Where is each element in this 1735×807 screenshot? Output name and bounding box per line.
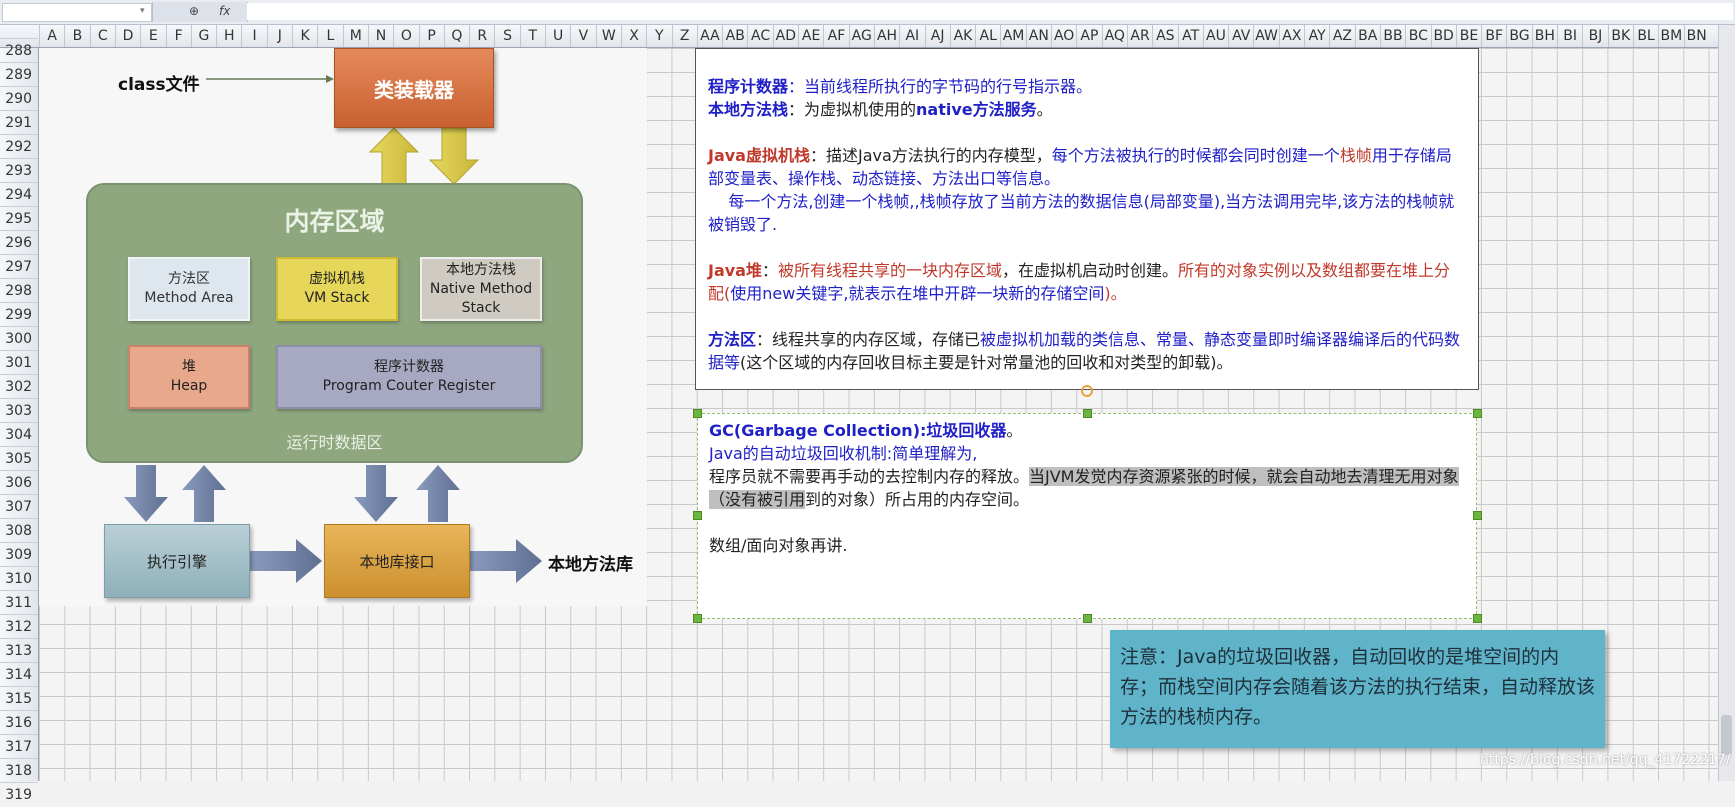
method-area-box[interactable]: 方法区 Method Area (128, 257, 250, 321)
row-header-cell[interactable]: 319 (0, 782, 38, 806)
scrollbar-thumb[interactable] (1721, 715, 1732, 755)
class-loader-label: 类装载器 (374, 77, 454, 102)
method-area-paragraph: 方法区：线程共享的内存区域，存储已被虚拟机加载的类信息、常量、静态变量即时编译器… (708, 330, 1461, 372)
resize-handle[interactable] (693, 409, 702, 418)
up-arrow-icon (368, 127, 420, 186)
native-method-stack-box[interactable]: 本地方法栈 Native Method Stack (420, 257, 542, 321)
execution-engine-label: 执行引擎 (146, 552, 207, 571)
right-arrow-icon (250, 539, 322, 583)
heap-cn: 堆 (182, 359, 196, 375)
memory-area-title: 内存区域 (284, 207, 385, 236)
watermark: https://blog.csdn.net/qq_41722217/ (1480, 752, 1731, 768)
memory-area-box[interactable]: 内存区域 方法区 Method Area 虚拟机栈 VM Stack 本地方法栈… (86, 183, 583, 463)
resize-handle[interactable] (1473, 511, 1482, 520)
native-interface-box[interactable]: 本地库接口 (324, 524, 470, 598)
pc-cn: 程序计数器 (374, 359, 444, 375)
up-arrow-icon (416, 465, 460, 522)
vm-stack-paragraph: Java虚拟机栈：描述Java方法执行的内存模型，每个方法被执行的时候都会同时创… (708, 146, 1455, 234)
rotate-handle-icon[interactable] (1081, 385, 1093, 397)
vm-stack-cn: 虚拟机栈 (309, 271, 365, 287)
resize-handle[interactable] (693, 511, 702, 520)
gc-textbox[interactable]: GC(Garbage Collection):垃圾回收器。 Java的自动垃圾回… (697, 413, 1477, 619)
method-area-en: Method Area (144, 290, 234, 306)
pc-en: Program Couter Register (322, 378, 496, 394)
up-arrow-icon (182, 465, 226, 522)
jvm-notes-textbox[interactable]: 程序计数器：当前线程所执行的字节码的行号指示器。 本地方法栈：为虚拟机使用的na… (695, 48, 1479, 390)
resize-handle[interactable] (1473, 614, 1482, 623)
execution-engine-box[interactable]: 执行引擎 (104, 524, 250, 598)
down-arrow-icon (354, 465, 398, 522)
down-arrow-icon (428, 127, 480, 185)
native-interface-label: 本地库接口 (359, 552, 435, 571)
gc-note-text: 注意：Java的垃圾回收器，自动回收的是堆空间的内存；而栈空间内存会随着该方法的… (1120, 646, 1596, 728)
vm-stack-en: VM Stack (304, 290, 370, 306)
resize-handle[interactable] (1083, 614, 1092, 623)
runtime-area-label: 运行时数据区 (286, 433, 383, 452)
vm-stack-box[interactable]: 虚拟机栈 VM Stack (276, 257, 398, 321)
pc-paragraph: 程序计数器：当前线程所执行的字节码的行号指示器。 本地方法栈：为虚拟机使用的na… (708, 77, 1093, 119)
method-area-cn: 方法区 (168, 271, 210, 287)
resize-handle[interactable] (693, 614, 702, 623)
heap-en: Heap (170, 378, 208, 394)
heap-paragraph: Java堆：被所有线程共享的一块内存区域，在虚拟机启动时创建。所有的对象实例以及… (708, 261, 1451, 303)
native-stack-cn: 本地方法栈 (446, 261, 516, 278)
vertical-scrollbar[interactable] (1718, 25, 1735, 781)
native-library-label: 本地方法库 (548, 555, 633, 575)
native-stack-en1: Native Method (429, 280, 533, 297)
down-arrow-icon (124, 465, 168, 522)
heap-box[interactable]: 堆 Heap (128, 345, 250, 409)
right-arrow-icon (470, 539, 542, 583)
resize-handle[interactable] (1083, 409, 1092, 418)
class-loader-box[interactable]: 类装载器 (334, 48, 494, 128)
program-counter-box[interactable]: 程序计数器 Program Couter Register (276, 345, 542, 409)
resize-handle[interactable] (1473, 409, 1482, 418)
gc-note-textbox[interactable]: 注意：Java的垃圾回收器，自动回收的是堆空间的内存；而栈空间内存会随着该方法的… (1110, 630, 1605, 748)
class-file-label: class文件 (118, 75, 200, 95)
native-stack-en2: Stack (461, 299, 501, 316)
